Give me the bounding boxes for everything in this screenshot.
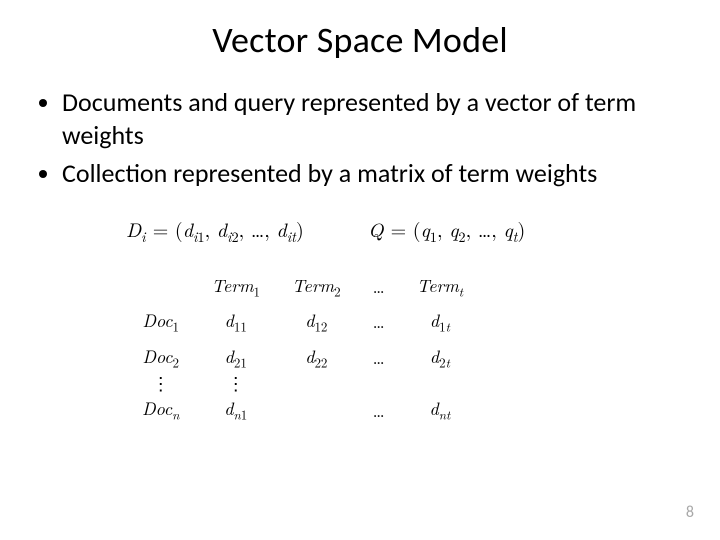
bullet-item: Documents and query represented by a vec…	[62, 86, 684, 151]
bullet-item: Collection represented by a matrix of te…	[62, 157, 684, 190]
matrix-cell: d12	[276, 304, 357, 340]
col-header: Termt	[401, 269, 479, 305]
vertical-ellipsis-icon: ⋮	[195, 375, 276, 392]
slide: Vector Space Model Documents and query r…	[0, 0, 720, 540]
matrix-row: Doc2 d21 d22 … d2t	[126, 340, 479, 376]
matrix-header-row: Term1 Term2 … Termt	[126, 269, 479, 305]
equation-row: Di = (di1, di2, …, dit) Q = (q1, q2, …, …	[36, 196, 684, 247]
row-label: Docn	[126, 392, 195, 428]
term-document-matrix: Term1 Term2 … Termt Doc1 d11 d12 … d1t D…	[36, 247, 684, 428]
page-number: 8	[686, 503, 694, 522]
slide-title: Vector Space Model	[0, 0, 720, 62]
matrix-cell: dn1	[195, 392, 276, 428]
query-vector-equation: Q = (q1, q2, …, qt)	[368, 214, 525, 243]
matrix-cell: d11	[195, 304, 276, 340]
col-header: Term1	[195, 269, 276, 305]
matrix-row: Docn dn1 … dnt	[126, 392, 479, 428]
bullet-list: Documents and query represented by a vec…	[36, 86, 684, 190]
doc-vector-equation: Di = (di1, di2, …, dit)	[126, 214, 304, 243]
col-header: Term2	[276, 269, 357, 305]
matrix-row: Doc1 d11 d12 … d1t	[126, 304, 479, 340]
matrix-cell: …	[357, 392, 401, 428]
slide-body: Documents and query represented by a vec…	[0, 62, 720, 428]
matrix-row-ellipsis: ⋮ ⋮	[126, 375, 479, 392]
col-header: …	[357, 269, 401, 305]
row-label: Doc2	[126, 340, 195, 376]
matrix-cell: dnt	[401, 392, 479, 428]
vertical-ellipsis-icon: ⋮	[126, 375, 195, 392]
matrix-cell: d21	[195, 340, 276, 376]
matrix-cell: d1t	[401, 304, 479, 340]
matrix-cell: d2t	[401, 340, 479, 376]
matrix-cell: …	[357, 340, 401, 376]
matrix-table: Term1 Term2 … Termt Doc1 d11 d12 … d1t D…	[126, 269, 479, 428]
row-label: Doc1	[126, 304, 195, 340]
matrix-cell: d22	[276, 340, 357, 376]
matrix-cell: …	[357, 304, 401, 340]
